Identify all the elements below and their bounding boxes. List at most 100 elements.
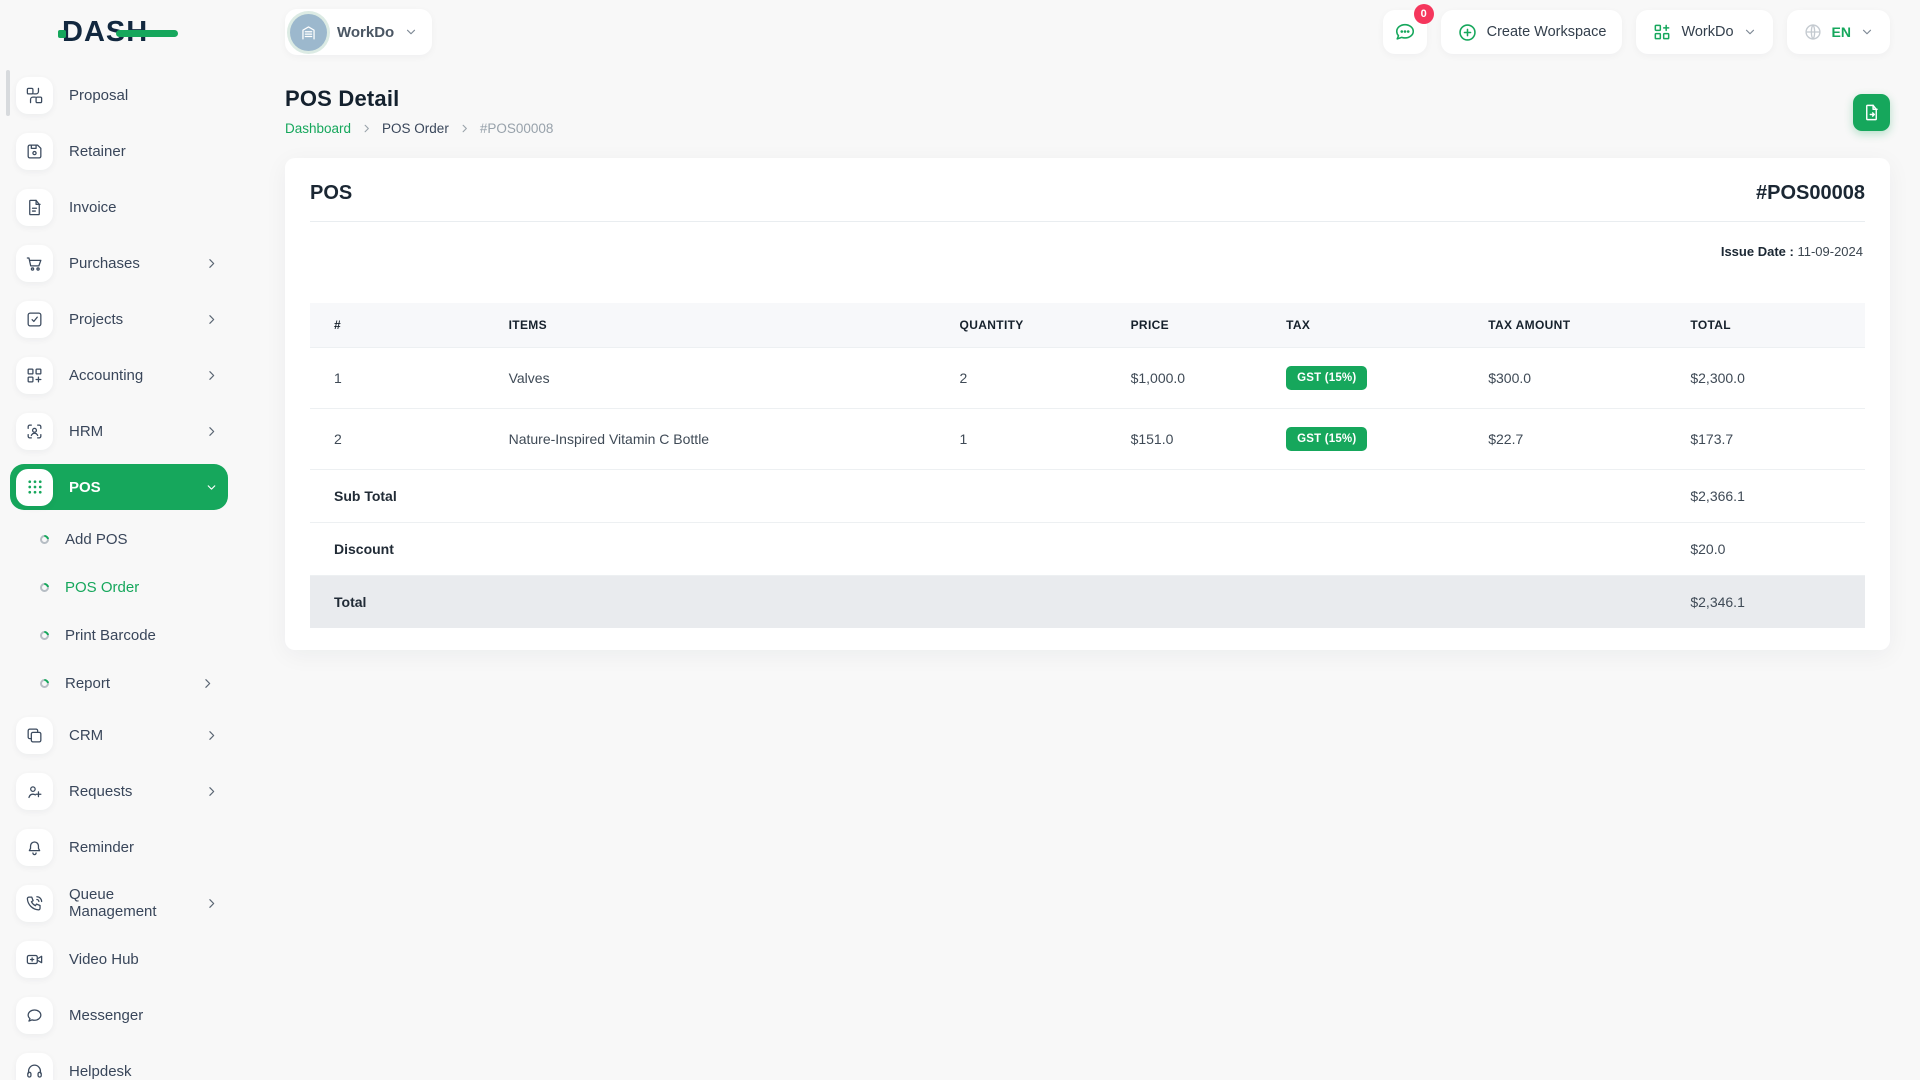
breadcrumb-pos-order-link[interactable]: POS Order <box>382 121 449 136</box>
breadcrumb-dashboard-link[interactable]: Dashboard <box>285 121 351 136</box>
sidebar-item-label: POS <box>69 478 101 496</box>
export-pos-button[interactable] <box>1853 94 1890 131</box>
topbar: DASH WorkDo 0 Create Workspace WorkDo EN <box>0 0 1920 64</box>
page-title: POS Detail <box>285 86 400 111</box>
building-icon <box>290 13 327 51</box>
plus-circle-icon <box>1457 22 1478 43</box>
copy-icon <box>16 716 53 754</box>
sidebar-item-accounting[interactable]: Accounting <box>10 352 228 398</box>
sidebar-item-retainer[interactable]: Retainer <box>10 128 228 174</box>
cell-total: $2,300.0 <box>1678 347 1865 409</box>
grid-plus-icon <box>1652 22 1672 42</box>
discount-row: Discount $20.0 <box>310 522 1865 576</box>
bell-icon <box>16 828 53 866</box>
pos-number: #POS00008 <box>1756 182 1865 204</box>
pos-card-title: POS <box>310 182 353 204</box>
sidebar-subitem-add-pos[interactable]: Add POS <box>16 520 228 558</box>
column-header-quantity: QUANTITY <box>947 303 1119 348</box>
sidebar-subitem-label: Add POS <box>65 530 128 548</box>
phone-call-icon <box>16 884 53 922</box>
grid-plus-icon <box>16 356 53 394</box>
cell-tax: GST (15%) <box>1274 408 1477 470</box>
page-header-text: POS Detail Dashboard POS Order #POS00008 <box>285 86 553 136</box>
column-header-total: TOTAL <box>1678 303 1865 348</box>
sidebar-item-purchases[interactable]: Purchases <box>10 240 228 286</box>
chevron-down-icon <box>1860 25 1874 39</box>
sidebar-item-reminder[interactable]: Reminder <box>10 824 228 870</box>
app-switcher[interactable]: WorkDo <box>1636 10 1773 54</box>
file-export-icon <box>1862 103 1881 122</box>
sidebar-item-queue-management[interactable]: Queue Management <box>10 880 228 926</box>
chevron-right-icon <box>205 785 218 798</box>
column-header-tax: TAX <box>1274 303 1477 348</box>
cell-tax-amount: $22.7 <box>1476 408 1679 470</box>
language-selector[interactable]: EN <box>1786 10 1890 54</box>
cell-quantity: 2 <box>947 347 1119 409</box>
sidebar-item-label: Requests <box>69 782 133 800</box>
cell-quantity: 1 <box>947 408 1119 470</box>
sidebar-item-proposal[interactable]: Proposal <box>10 72 228 118</box>
workspace-selector[interactable]: WorkDo <box>285 9 433 55</box>
logo-dot <box>58 29 66 38</box>
sidebar-item-hrm[interactable]: HRM <box>10 408 228 454</box>
cell-item: Valves <box>496 347 948 409</box>
chevron-right-icon <box>459 123 470 134</box>
sidebar-item-video-hub[interactable]: Video Hub <box>10 936 228 982</box>
table-header-row: # ITEMS QUANTITY PRICE TAX TAX AMOUNT TO… <box>310 303 1865 348</box>
dots-grid-icon <box>16 468 53 506</box>
globe-icon <box>1803 22 1823 42</box>
total-label: Total <box>310 575 948 628</box>
headset-icon <box>16 1052 53 1080</box>
file-text-icon <box>16 188 53 226</box>
sidebar-item-label: Retainer <box>69 142 126 160</box>
total-value: $2,346.1 <box>1678 575 1865 628</box>
cell-price: $151.0 <box>1118 408 1275 470</box>
issue-date: Issue Date : 11-09-2024 <box>310 244 1863 259</box>
chevron-right-icon <box>205 369 218 382</box>
main-content: POS Detail Dashboard POS Order #POS00008 <box>240 64 1920 1080</box>
language-code: EN <box>1831 24 1851 40</box>
sidebar-subitem-pos-order[interactable]: POS Order <box>16 568 228 606</box>
sidebar-item-label: Accounting <box>69 366 144 384</box>
sidebar-item-label: Purchases <box>69 254 140 272</box>
floppy-icon <box>16 132 53 170</box>
sidebar-item-messenger[interactable]: Messenger <box>10 992 228 1038</box>
video-icon <box>16 940 53 978</box>
sidebar: Proposal Retainer Invoice Purchases Proj… <box>0 64 240 1080</box>
checkbox-icon <box>16 300 53 338</box>
user-scan-icon <box>16 412 53 450</box>
workspace-label: WorkDo <box>337 23 395 41</box>
bullet-icon <box>38 676 51 690</box>
dash-logo[interactable]: DASH <box>58 17 179 47</box>
sidebar-subitem-print-barcode[interactable]: Print Barcode <box>16 616 228 654</box>
cell-item: Nature-Inspired Vitamin C Bottle <box>496 408 948 470</box>
sidebar-item-helpdesk[interactable]: Helpdesk <box>10 1048 228 1080</box>
chevron-right-icon <box>361 123 372 134</box>
sidebar-scrollbar[interactable] <box>6 70 10 116</box>
chevron-down-icon <box>404 25 418 39</box>
sidebar-item-label: Messenger <box>69 1006 144 1024</box>
sidebar-subitem-report[interactable]: Report <box>16 664 228 702</box>
column-header-index: # <box>310 303 497 348</box>
messages-button[interactable]: 0 <box>1382 4 1434 54</box>
bullet-icon <box>38 532 51 546</box>
sidebar-item-pos[interactable]: POS <box>10 464 228 510</box>
column-header-tax-amount: TAX AMOUNT <box>1476 303 1679 348</box>
message-icon <box>16 996 53 1034</box>
cell-index: 2 <box>310 408 497 470</box>
create-workspace-button[interactable]: Create Workspace <box>1440 10 1623 54</box>
breadcrumb-current: #POS00008 <box>479 121 554 136</box>
sidebar-item-projects[interactable]: Projects <box>10 296 228 342</box>
sidebar-item-crm[interactable]: CRM <box>10 712 228 758</box>
bullet-icon <box>38 628 51 642</box>
sidebar-subitem-label: Print Barcode <box>65 626 156 644</box>
bullet-icon <box>38 580 51 594</box>
cell-tax: GST (15%) <box>1274 347 1477 409</box>
chevron-down-icon <box>1743 25 1757 39</box>
sidebar-item-label: Helpdesk <box>69 1062 132 1080</box>
sidebar-item-requests[interactable]: Requests <box>10 768 228 814</box>
sidebar-item-invoice[interactable]: Invoice <box>10 184 228 230</box>
chevron-right-icon <box>205 729 218 742</box>
user-plus-icon <box>16 772 53 810</box>
sidebar-item-label: HRM <box>69 422 104 440</box>
